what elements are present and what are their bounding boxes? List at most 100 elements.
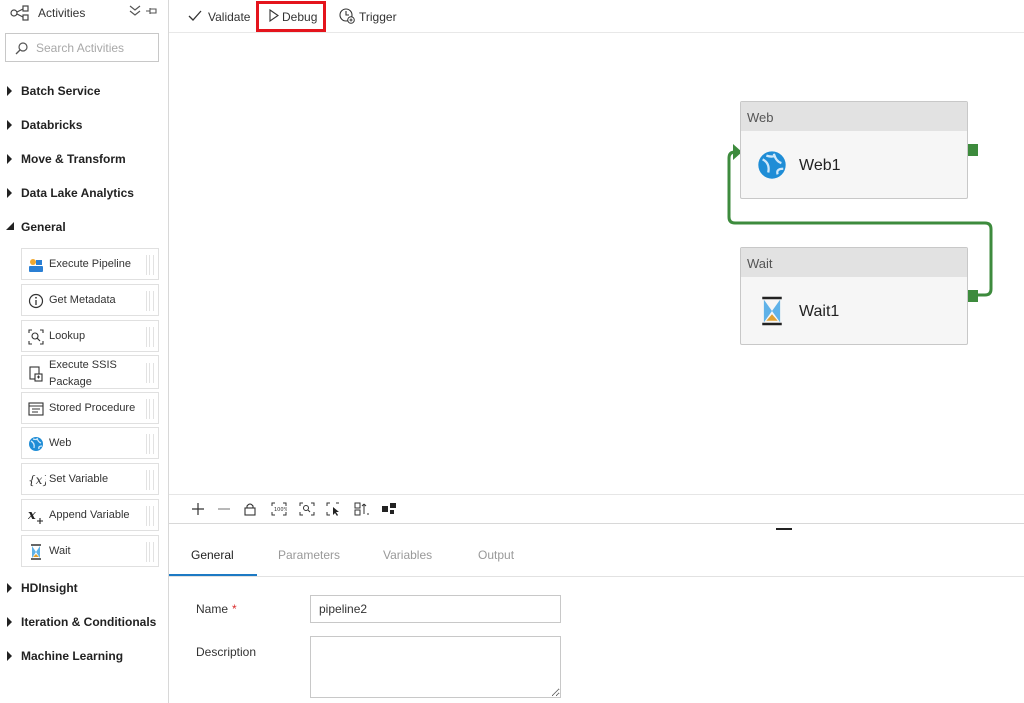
activity-lookup[interactable]: Lookup <box>21 320 159 352</box>
activity-node-web1[interactable]: Web Web1 <box>740 101 968 199</box>
category-hdinsight[interactable]: HDInsight <box>0 574 168 602</box>
lookup-icon <box>28 329 44 345</box>
play-icon <box>269 9 279 22</box>
activity-label: Get Metadata <box>49 294 116 306</box>
category-label: Batch Service <box>21 84 101 98</box>
svg-text:100%: 100% <box>274 507 287 513</box>
activity-label: Wait <box>49 545 71 557</box>
tab-variables[interactable]: Variables <box>383 548 432 562</box>
drag-handle[interactable] <box>146 255 154 275</box>
expand-arrow-icon <box>7 154 12 164</box>
drag-handle[interactable] <box>146 291 154 311</box>
category-data-lake-analytics[interactable]: Data Lake Analytics <box>0 179 168 207</box>
trigger-button[interactable]: Trigger <box>339 4 401 29</box>
checkmark-icon <box>188 10 202 21</box>
svg-text:x: x <box>28 508 36 523</box>
activity-node-wait1[interactable]: Wait Wait1 <box>740 247 968 345</box>
search-icon <box>15 42 28 55</box>
execute-pipeline-icon <box>28 257 44 273</box>
required-asterisk: * <box>232 602 237 616</box>
category-iteration-conditionals[interactable]: Iteration & Conditionals <box>0 608 168 636</box>
node-type-label: Wait <box>747 256 773 271</box>
stored-procedure-icon <box>28 401 44 417</box>
zoom-100-icon[interactable]: 100% <box>271 502 287 516</box>
debug-button[interactable]: Debug <box>256 1 326 32</box>
trigger-label: Trigger <box>359 10 397 24</box>
collapse-arrow-icon <box>6 222 14 230</box>
expand-arrow-icon <box>7 651 12 661</box>
description-textarea[interactable] <box>310 636 561 698</box>
name-label-text: Name <box>196 602 229 616</box>
activity-execute-ssis-package[interactable]: Execute SSIS Package <box>21 355 159 389</box>
activity-execute-pipeline[interactable]: Execute Pipeline <box>21 248 159 280</box>
web-globe-icon <box>757 150 787 180</box>
pipeline-toolbar: Validate Debug Trigger <box>169 0 1024 33</box>
activity-label-line2: Package <box>49 376 92 388</box>
activity-append-variable[interactable]: x Append Variable <box>21 499 159 531</box>
collapse-icon[interactable] <box>128 5 142 20</box>
web1-success-port[interactable] <box>968 144 978 156</box>
category-move-transform[interactable]: Move & Transform <box>0 145 168 173</box>
debug-label: Debug <box>282 10 318 24</box>
validate-label: Validate <box>208 10 251 24</box>
expand-arrow-icon <box>7 86 12 96</box>
wait1-success-port[interactable] <box>968 290 978 302</box>
activity-get-metadata[interactable]: Get Metadata <box>21 284 159 316</box>
set-variable-icon: {x} <box>28 472 50 488</box>
category-label: HDInsight <box>21 581 78 595</box>
expand-arrow-icon <box>7 617 12 627</box>
expand-arrow-icon <box>7 188 12 198</box>
zoom-to-fit-icon[interactable] <box>299 502 315 516</box>
tab-divider <box>169 576 1024 577</box>
drag-handle[interactable] <box>146 399 154 419</box>
category-batch-service[interactable]: Batch Service <box>0 77 168 105</box>
sidebar-title: Activities <box>38 6 86 20</box>
ssis-package-icon <box>28 366 44 382</box>
drag-handle[interactable] <box>146 363 154 383</box>
category-machine-learning[interactable]: Machine Learning <box>0 642 168 670</box>
hourglass-icon <box>759 296 789 326</box>
tab-parameters[interactable]: Parameters <box>278 548 340 562</box>
category-general[interactable]: General <box>0 213 168 241</box>
drag-handle[interactable] <box>146 327 154 347</box>
node-type-label: Web <box>747 110 774 125</box>
select-multiple-icon[interactable] <box>326 502 342 516</box>
web-globe-icon <box>28 436 44 452</box>
activity-label: Lookup <box>49 330 86 342</box>
tab-output[interactable]: Output <box>478 548 514 562</box>
zoom-in-icon[interactable] <box>191 502 205 516</box>
expand-arrow-icon <box>7 583 12 593</box>
auto-align-icon[interactable] <box>354 502 370 516</box>
description-label: Description <box>196 645 257 659</box>
node-name: Web1 <box>799 157 841 174</box>
activity-web[interactable]: Web <box>21 427 159 459</box>
drag-handle[interactable] <box>146 542 154 562</box>
pipeline-canvas[interactable]: Web Web1 Wait Wait1 <box>169 34 1024 494</box>
category-label: General <box>21 220 66 234</box>
search-input[interactable] <box>34 38 154 58</box>
activity-label: Append Variable <box>49 509 130 521</box>
drag-handle[interactable] <box>146 470 154 490</box>
panel-splitter-handle[interactable] <box>776 528 792 530</box>
activity-wait[interactable]: Wait <box>21 535 159 567</box>
tab-general[interactable]: General <box>191 548 234 562</box>
lock-icon[interactable] <box>244 502 256 516</box>
layout-icon[interactable] <box>381 502 397 516</box>
drag-handle[interactable] <box>146 506 154 526</box>
activity-stored-procedure[interactable]: Stored Procedure <box>21 392 159 424</box>
activity-label: Stored Procedure <box>49 402 136 414</box>
category-label: Data Lake Analytics <box>21 186 134 200</box>
pipeline-name-input[interactable] <box>310 595 561 623</box>
category-label: Machine Learning <box>21 649 124 663</box>
properties-panel: General Parameters Variables Output Name… <box>169 534 1024 703</box>
zoom-out-icon[interactable] <box>217 502 231 516</box>
svg-text:{x}: {x} <box>28 473 46 487</box>
node-header: Wait <box>741 248 967 277</box>
drag-handle[interactable] <box>146 434 154 454</box>
search-box[interactable] <box>5 33 159 62</box>
category-databricks[interactable]: Databricks <box>0 111 168 139</box>
append-variable-icon: x <box>27 508 44 524</box>
activity-set-variable[interactable]: {x} Set Variable <box>21 463 159 495</box>
pin-icon[interactable] <box>145 5 159 20</box>
validate-button[interactable]: Validate <box>186 4 254 29</box>
